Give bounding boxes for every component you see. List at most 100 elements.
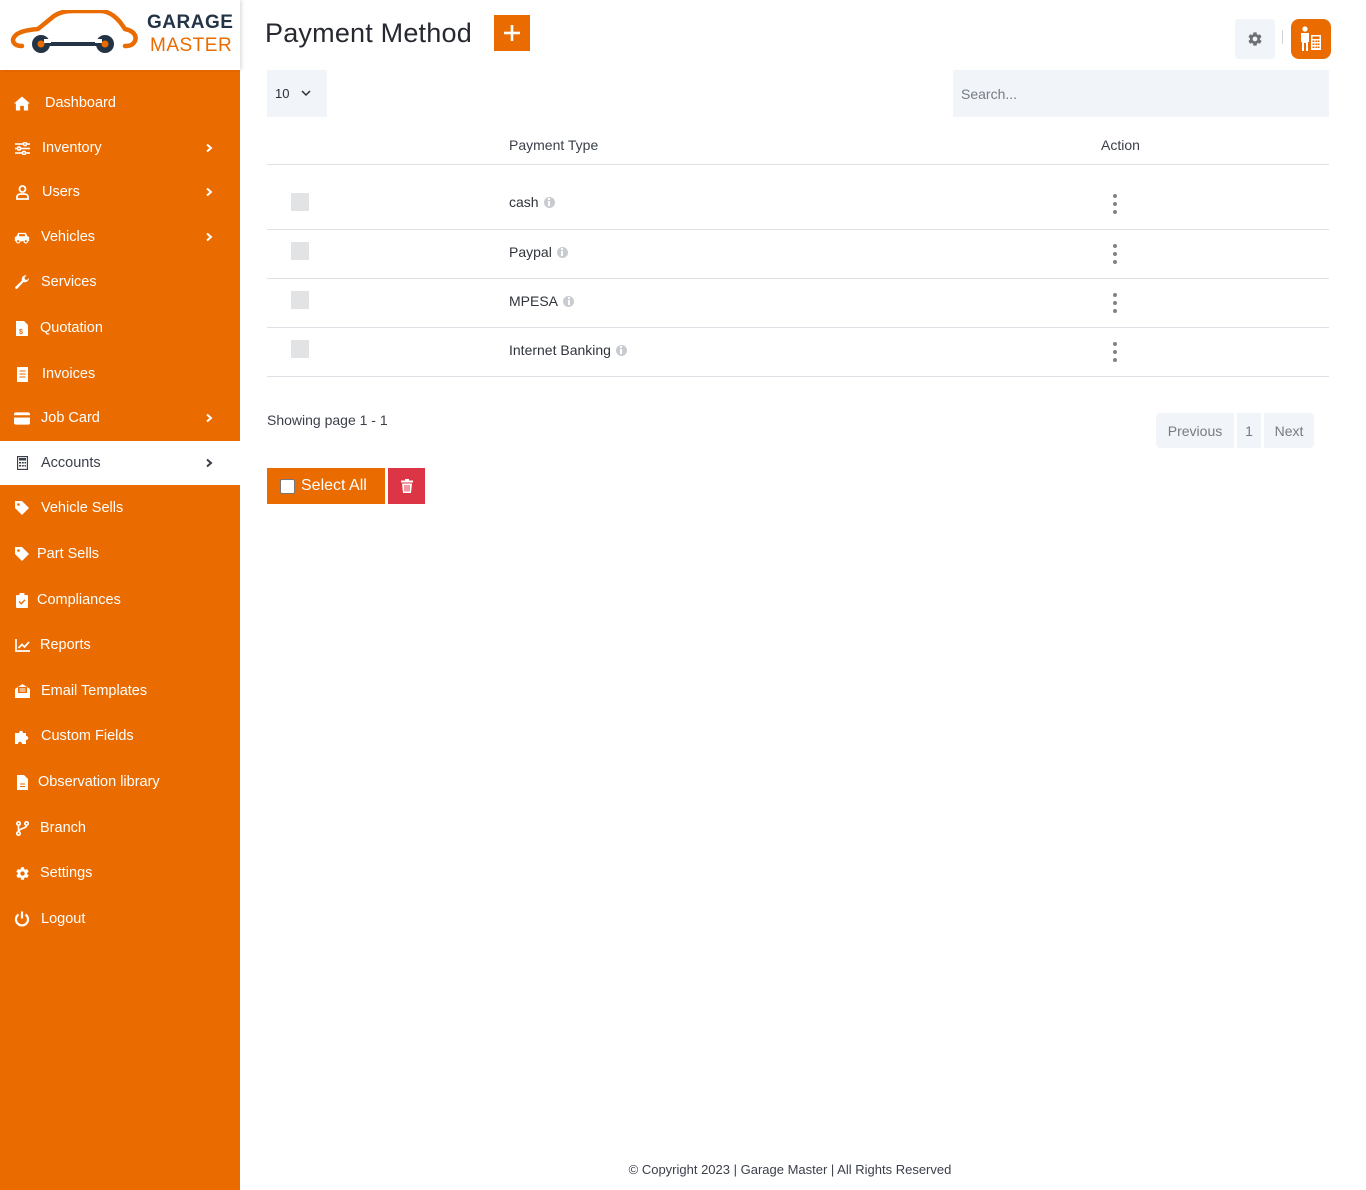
info-icon[interactable]: [543, 196, 555, 208]
sidebar-item-dashboard[interactable]: Dashboard: [0, 81, 240, 125]
table-row: Paypal: [267, 230, 1329, 279]
plus-icon: [504, 25, 520, 41]
sidebar-item-inventory[interactable]: Inventory: [0, 126, 240, 170]
sidebar-item-label: Part Sells: [37, 546, 100, 562]
sidebar-item-label: Email Templates: [41, 683, 148, 699]
sidebar-item-label: Observation library: [38, 774, 160, 790]
sidebar-item-accounts[interactable]: Accounts: [0, 441, 240, 485]
search-input[interactable]: [953, 70, 1329, 117]
sidebar-item-custom-fields[interactable]: Custom Fields: [0, 714, 240, 758]
select-all-label: Select All: [301, 477, 367, 494]
sidebar-item-label: Invoices: [42, 366, 96, 382]
sidebar-item-compliances[interactable]: Compliances: [0, 578, 240, 622]
info-icon[interactable]: [556, 246, 568, 258]
pagination-info: Showing page 1 - 1: [267, 412, 388, 428]
table-row: Internet Banking: [267, 328, 1329, 377]
pagination: Previous 1 Next: [1156, 413, 1314, 448]
sidebar-item-label: Job Card: [41, 410, 100, 426]
page-length-value: 10: [275, 86, 290, 101]
sidebar-item-job-card[interactable]: Job Card: [0, 396, 240, 440]
clipboard-check-icon: [14, 592, 30, 608]
tag-icon: [14, 546, 30, 562]
sidebar-item-quotation[interactable]: $ Quotation: [0, 306, 240, 350]
row-checkbox[interactable]: [291, 340, 309, 358]
info-icon[interactable]: [615, 344, 627, 356]
sidebar-item-label: Settings: [40, 865, 93, 881]
home-icon: [14, 95, 30, 111]
row-actions-kebab-icon[interactable]: [1112, 194, 1118, 214]
calculator-icon: [14, 455, 30, 471]
sidebar-item-vehicle-sells[interactable]: Vehicle Sells: [0, 486, 240, 530]
row-checkbox[interactable]: [291, 291, 309, 309]
sidebar-item-label: Logout: [41, 911, 86, 927]
delete-selected-button[interactable]: [388, 468, 425, 504]
select-all-checkbox[interactable]: [280, 478, 295, 494]
table-row: cash: [267, 165, 1329, 230]
sidebar-item-label: Users: [42, 184, 80, 200]
add-payment-method-button[interactable]: [494, 15, 530, 51]
puzzle-icon: [14, 728, 30, 744]
row-checkbox[interactable]: [291, 193, 309, 211]
sidebar-item-label: Vehicles: [41, 229, 96, 245]
payment-type-name: cash: [509, 194, 539, 210]
payment-method-table: Payment Type Action cash Paypal MPESA In…: [267, 125, 1329, 377]
invoice-dollar-icon: $: [14, 320, 30, 336]
svg-text:$: $: [19, 329, 23, 336]
wrench-icon: [14, 274, 30, 290]
sidebar-item-users[interactable]: Users: [0, 170, 240, 214]
row-actions-kebab-icon[interactable]: [1112, 244, 1118, 264]
payment-type-name: Internet Banking: [509, 342, 611, 358]
next-page-button[interactable]: Next: [1264, 413, 1314, 448]
sidebar-item-label: Quotation: [40, 320, 103, 336]
sidebar-item-vehicles[interactable]: Vehicles: [0, 215, 240, 259]
power-icon: [14, 911, 30, 927]
header-divider: [1282, 30, 1283, 44]
accountant-avatar-icon: [1301, 26, 1321, 51]
car-icon: [14, 229, 30, 245]
previous-page-button[interactable]: Previous: [1156, 413, 1234, 448]
sidebar-item-part-sells[interactable]: Part Sells: [0, 532, 240, 576]
payment-type-cell: MPESA: [509, 293, 575, 309]
code-branch-icon: [14, 820, 30, 836]
page-title: Payment Method: [265, 18, 472, 48]
user-icon: [14, 184, 30, 200]
select-all-button[interactable]: Select All: [267, 468, 385, 504]
sidebar-item-invoices[interactable]: Invoices: [0, 352, 240, 396]
profile-button[interactable]: [1291, 19, 1331, 59]
chart-line-icon: [14, 637, 30, 653]
row-checkbox[interactable]: [291, 242, 309, 260]
envelope-open-icon: [14, 683, 30, 699]
row-actions-kebab-icon[interactable]: [1112, 293, 1118, 313]
chevron-down-icon: [301, 90, 311, 97]
file-icon: [14, 774, 30, 790]
row-actions-kebab-icon[interactable]: [1112, 342, 1118, 362]
trash-icon: [400, 479, 413, 493]
table-header: Payment Type Action: [267, 125, 1329, 165]
page-length-select[interactable]: 10: [267, 70, 327, 117]
sidebar-item-observation-library[interactable]: Observation library: [0, 760, 240, 804]
gear-icon: [14, 865, 30, 881]
payment-type-cell: Internet Banking: [509, 342, 627, 358]
payment-type-cell: Paypal: [509, 244, 568, 260]
info-icon[interactable]: [563, 295, 575, 307]
sidebar-item-services[interactable]: Services: [0, 260, 240, 304]
sidebar-item-logout[interactable]: Logout: [0, 897, 240, 941]
sidebar-item-label: Accounts: [41, 455, 101, 471]
sliders-icon: [14, 140, 30, 156]
sidebar-item-branch[interactable]: Branch: [0, 806, 240, 850]
tag-icon: [14, 500, 30, 516]
logo[interactable]: GARAGE MASTER: [0, 0, 240, 70]
chevron-right-icon: [206, 143, 213, 153]
chevron-right-icon: [206, 458, 213, 468]
sidebar-item-label: Services: [41, 274, 97, 290]
sidebar-item-label: Custom Fields: [41, 728, 134, 744]
sidebar-item-reports[interactable]: Reports: [0, 623, 240, 667]
payment-type-cell: cash: [509, 194, 555, 210]
sidebar-item-label: Vehicle Sells: [41, 500, 124, 516]
brand-name-line1: GARAGE: [147, 12, 234, 33]
settings-button[interactable]: [1235, 19, 1275, 59]
page-1-button[interactable]: 1: [1237, 413, 1261, 448]
sidebar-item-label: Reports: [40, 637, 91, 653]
sidebar-item-email-templates[interactable]: Email Templates: [0, 669, 240, 713]
sidebar-item-settings[interactable]: Settings: [0, 851, 240, 895]
